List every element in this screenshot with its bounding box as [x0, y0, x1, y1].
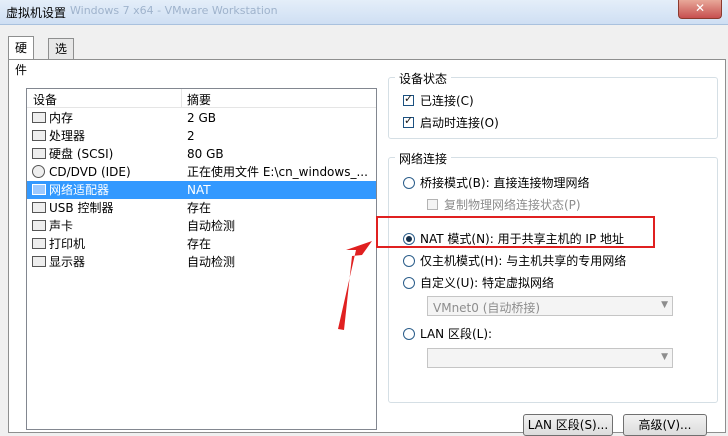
tab-hardware[interactable]: 硬件 [8, 36, 35, 77]
arrow-icon [338, 241, 372, 330]
annotation-arrow [338, 241, 372, 330]
tab-hardware-label: 硬件 [15, 41, 28, 77]
